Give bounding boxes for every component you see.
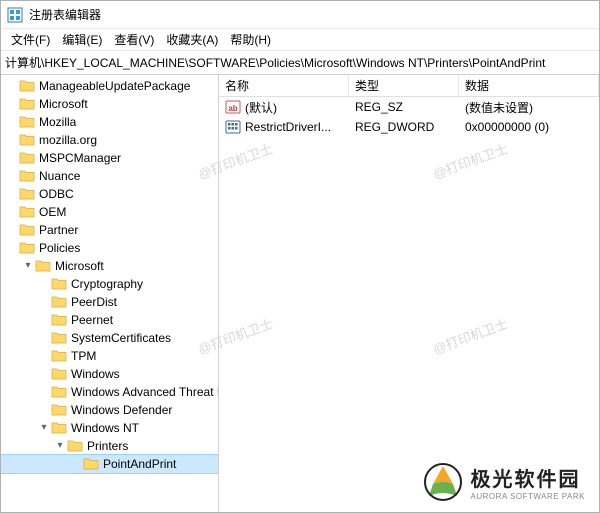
- tree-label: Printers: [87, 437, 128, 455]
- tree-node[interactable]: Microsoft: [1, 95, 218, 113]
- tree-node[interactable]: OEM: [1, 203, 218, 221]
- svg-text:ab: ab: [228, 104, 237, 113]
- columns-header: 名称 类型 数据: [219, 75, 599, 97]
- tree-node[interactable]: ▾ Windows NT: [1, 419, 218, 437]
- tree-node[interactable]: Mozilla: [1, 113, 218, 131]
- menu-edit[interactable]: 编辑(E): [56, 29, 108, 50]
- value-type: REG_SZ: [349, 100, 459, 114]
- value-data: 0x00000000 (0): [459, 120, 599, 134]
- tree-node[interactable]: Policies: [1, 239, 218, 257]
- tree-label: PeerDist: [71, 293, 117, 311]
- tree-label: PointAndPrint: [103, 455, 176, 473]
- menu-help[interactable]: 帮助(H): [224, 29, 277, 50]
- tree-label: mozilla.org: [39, 131, 97, 149]
- tree-node[interactable]: Windows Defender: [1, 401, 218, 419]
- value-row[interactable]: RestrictDriverI...REG_DWORD0x00000000 (0…: [219, 117, 599, 137]
- brand-logo: 极光软件园 AURORA SOFTWARE PARK: [423, 462, 585, 502]
- col-data[interactable]: 数据: [459, 75, 599, 96]
- tree-node[interactable]: Nuance: [1, 167, 218, 185]
- tree-node[interactable]: TPM: [1, 347, 218, 365]
- tree-label: Mozilla: [39, 113, 76, 131]
- tree-label: Peernet: [71, 311, 113, 329]
- col-type[interactable]: 类型: [349, 75, 459, 96]
- col-name[interactable]: 名称: [219, 75, 349, 96]
- brand-name-cn: 极光软件园: [471, 463, 585, 492]
- tree-label: Cryptography: [71, 275, 143, 293]
- regedit-icon: [7, 7, 23, 23]
- aurora-icon: [423, 462, 463, 502]
- tree-node[interactable]: SystemCertificates: [1, 329, 218, 347]
- value-data: (数值未设置): [459, 99, 599, 116]
- titlebar: 注册表编辑器: [1, 1, 599, 29]
- tree-node[interactable]: Cryptography: [1, 275, 218, 293]
- tree-node[interactable]: ▾ Microsoft: [1, 257, 218, 275]
- tree-node[interactable]: ODBC: [1, 185, 218, 203]
- value-name: ab(默认): [219, 99, 349, 116]
- tree-label: ODBC: [39, 185, 74, 203]
- tree-node[interactable]: Windows: [1, 365, 218, 383]
- expander-icon[interactable]: ▾: [53, 437, 67, 455]
- tree-node[interactable]: PeerDist: [1, 293, 218, 311]
- tree-node[interactable]: PointAndPrint: [1, 455, 218, 473]
- expander-icon[interactable]: ▾: [37, 419, 51, 437]
- menu-file[interactable]: 文件(F): [5, 29, 56, 50]
- tree-node[interactable]: mozilla.org: [1, 131, 218, 149]
- value-row[interactable]: ab(默认)REG_SZ(数值未设置): [219, 97, 599, 117]
- tree-label: Windows Advanced Threat Protection: [71, 383, 219, 401]
- tree-node[interactable]: Partner: [1, 221, 218, 239]
- tree-label: MSPCManager: [39, 149, 121, 167]
- menubar: 文件(F) 编辑(E) 查看(V) 收藏夹(A) 帮助(H): [1, 29, 599, 51]
- value-type: REG_DWORD: [349, 120, 459, 134]
- menu-view[interactable]: 查看(V): [108, 29, 160, 50]
- values-list: ab(默认)REG_SZ(数值未设置)RestrictDriverI...REG…: [219, 97, 599, 137]
- tree-label: Nuance: [39, 167, 80, 185]
- value-name: RestrictDriverI...: [219, 119, 349, 135]
- tree-node[interactable]: Peernet: [1, 311, 218, 329]
- tree-label: Windows: [71, 365, 120, 383]
- tree-node[interactable]: Windows Advanced Threat Protection: [1, 383, 218, 401]
- tree-label: Microsoft: [55, 257, 104, 275]
- address-path: 计算机\HKEY_LOCAL_MACHINE\SOFTWARE\Policies…: [5, 54, 545, 71]
- brand-name-en: AURORA SOFTWARE PARK: [471, 492, 585, 501]
- menu-favorites[interactable]: 收藏夹(A): [160, 29, 224, 50]
- tree-label: Partner: [39, 221, 78, 239]
- address-bar[interactable]: 计算机\HKEY_LOCAL_MACHINE\SOFTWARE\Policies…: [1, 51, 599, 75]
- tree-label: Policies: [39, 239, 80, 257]
- tree-label: ManageableUpdatePackage: [39, 77, 190, 95]
- tree-node[interactable]: ManageableUpdatePackage: [1, 77, 218, 95]
- values-pane: 名称 类型 数据 ab(默认)REG_SZ(数值未设置)RestrictDriv…: [219, 75, 599, 512]
- tree-label: Microsoft: [39, 95, 88, 113]
- expander-icon[interactable]: ▾: [21, 257, 35, 275]
- tree-label: TPM: [71, 347, 96, 365]
- tree-label: SystemCertificates: [71, 329, 171, 347]
- tree-label: Windows NT: [71, 419, 139, 437]
- tree-node[interactable]: MSPCManager: [1, 149, 218, 167]
- tree-node[interactable]: ▾ Printers: [1, 437, 218, 455]
- tree-pane[interactable]: ManageableUpdatePackageMicrosoftMozillam…: [1, 75, 219, 512]
- tree-label: Windows Defender: [71, 401, 172, 419]
- tree-label: OEM: [39, 203, 66, 221]
- window-title: 注册表编辑器: [29, 6, 101, 23]
